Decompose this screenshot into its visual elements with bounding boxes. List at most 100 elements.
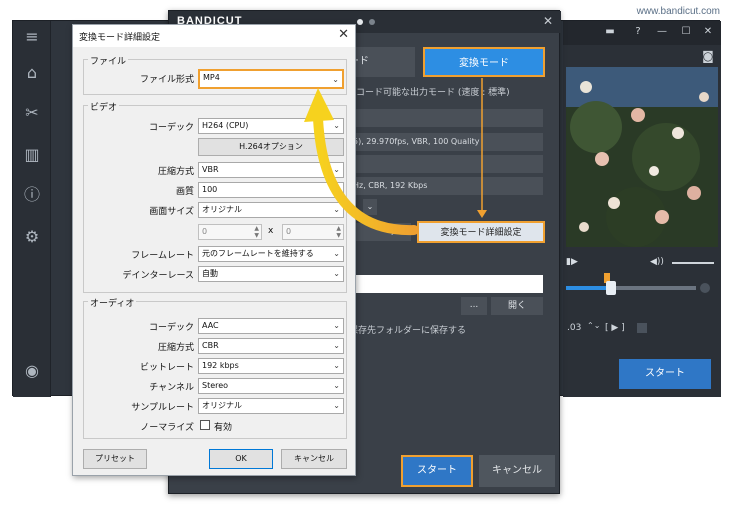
audio-compression-select[interactable]: CBR ⌄ xyxy=(198,338,344,354)
timeline-handle[interactable] xyxy=(606,281,616,295)
chevron-down-icon: ⌄ xyxy=(333,249,340,258)
save-to-folder-option[interactable]: 保存先フォルダーに保存する xyxy=(349,323,466,336)
close-icon[interactable]: ✕ xyxy=(338,27,349,42)
bitrate-label: ビットレート xyxy=(139,363,194,373)
h264-options-button[interactable]: H.264オプション xyxy=(198,138,344,156)
chevron-down-icon: ⌄ xyxy=(333,341,340,350)
chevron-down-icon: ⌄ xyxy=(333,121,340,130)
width-value: 0 xyxy=(202,227,208,236)
tab-encode-mode[interactable]: 変換モード xyxy=(423,47,545,77)
quality-value: 100 xyxy=(202,185,218,194)
chevron-down-icon: ⌄ xyxy=(333,165,340,174)
chevron-down-icon: ⌄ xyxy=(333,401,340,410)
close-icon[interactable]: ✕ xyxy=(701,25,715,39)
deinterlace-label: デインターレース xyxy=(122,271,194,281)
file-format-select[interactable]: MP4 ⌄ xyxy=(198,69,344,89)
record-icon[interactable]: ◉ xyxy=(21,361,43,381)
spinner-icon[interactable]: ▲ ▼ xyxy=(336,225,341,239)
compression-select[interactable]: VBR ⌄ xyxy=(198,162,344,178)
ok-button[interactable]: OK xyxy=(209,449,273,469)
encode-cancel-button[interactable]: キャンセル xyxy=(479,455,555,487)
mode-description: ンコード可能な出力モード (速度 : 標準) xyxy=(347,88,510,98)
home-icon[interactable]: ⌂ xyxy=(21,63,43,83)
output-path-input[interactable] xyxy=(349,275,543,293)
audio-codec-value: AAC xyxy=(202,321,219,330)
audio-group-label: オーディオ xyxy=(88,296,137,309)
screen-size-select[interactable]: オリジナル ⌄ xyxy=(198,202,344,218)
timeline-end-knob[interactable] xyxy=(700,283,710,293)
play-range-button[interactable]: [ ▶ ] xyxy=(605,323,625,333)
chevron-down-icon: ⌄ xyxy=(332,75,339,84)
time-spinner[interactable]: ⌃⌄ xyxy=(587,321,600,330)
main-start-button[interactable]: スタート xyxy=(619,359,711,389)
video-summary-field: 5), 29.970fps, VBR, 100 Quality xyxy=(349,133,543,151)
left-rail: ≡ ⌂ ✂ ▥ ⓘ ⚙ ◉ xyxy=(13,21,51,397)
timeline-selection xyxy=(566,286,608,290)
audio-group: オーディオ コーデック AAC ⌄ 圧縮方式 CBR ⌄ ビットレート 192 kb… xyxy=(83,296,347,439)
hamburger-menu-icon[interactable]: ≡ xyxy=(21,27,43,47)
preset-button[interactable]: プリセット xyxy=(83,449,147,469)
watermark-text: www.bandicut.com xyxy=(636,6,720,17)
play-icon[interactable]: ▮▶ xyxy=(566,257,578,267)
open-folder-button[interactable]: 開く xyxy=(491,297,543,315)
cancel-button[interactable]: キャンセル xyxy=(281,449,347,469)
channel-value: Stereo xyxy=(202,381,229,390)
dialog-titlebar: 変換モード詳細設定 ✕ xyxy=(73,25,355,47)
advanced-settings-button[interactable]: 変換モード詳細設定 xyxy=(417,221,545,243)
browse-button[interactable]: ... xyxy=(461,297,487,315)
bitrate-select[interactable]: 192 kbps ⌄ xyxy=(198,358,344,374)
cut-icon[interactable]: ✂ xyxy=(21,103,43,123)
gear-icon[interactable]: ⚙ xyxy=(21,227,43,247)
quality-input[interactable]: 100 xyxy=(198,182,344,198)
screen-size-label: 画面サイズ xyxy=(149,207,194,217)
flower-scene-image xyxy=(566,67,718,247)
film-icon[interactable]: ▥ xyxy=(21,145,43,165)
video-preview-image xyxy=(566,67,718,247)
advanced-settings-dialog: 変換モード詳細設定 ✕ ファイル ファイル形式 MP4 ⌄ ビデオ コーデック H… xyxy=(72,24,356,476)
minimize-icon[interactable]: — xyxy=(655,25,669,39)
page-dot[interactable] xyxy=(369,19,375,25)
preview-topbar: ▬ ? — ☐ ✕ xyxy=(563,21,721,45)
volume-icon[interactable]: ◀)) xyxy=(650,257,664,267)
help-icon[interactable]: ? xyxy=(631,25,645,39)
samplerate-label: サンプルレート xyxy=(131,403,194,413)
video-group: ビデオ コーデック H264 (CPU) ⌄ H.264オプション 圧縮方式 VB… xyxy=(83,100,347,293)
audio-codec-select[interactable]: AAC ⌄ xyxy=(198,318,344,334)
player-controls: ▮▶ ◀)) xyxy=(566,255,718,273)
preview-panel: ▬ ? — ☐ ✕ ◙ ▮▶ ◀)) .03 ⌃⌄ [▶] スタート xyxy=(563,21,721,397)
codec-select[interactable]: H264 (CPU) ⌄ xyxy=(198,118,344,134)
volume-slider[interactable] xyxy=(672,262,714,264)
output-field-3 xyxy=(349,155,543,173)
timeline[interactable] xyxy=(566,273,718,295)
normalize-checkbox-label: 有効 xyxy=(214,423,233,433)
chevron-down-icon: ⌄ xyxy=(333,205,340,214)
normalize-checkbox[interactable] xyxy=(200,420,210,430)
encode-start-button[interactable]: スタート xyxy=(401,455,473,487)
height-value: 0 xyxy=(286,227,292,236)
info-icon[interactable]: ⓘ xyxy=(21,185,43,205)
page-dot-active[interactable] xyxy=(357,19,363,25)
audio-codec-label: コーデック xyxy=(148,323,194,333)
folder-icon[interactable]: ▬ xyxy=(603,25,617,39)
file-format-label: ファイル形式 xyxy=(139,75,194,85)
spinner-icon[interactable]: ▲ ▼ xyxy=(254,225,259,239)
channel-label: チャンネル xyxy=(149,383,194,393)
channel-select[interactable]: Stereo ⌄ xyxy=(198,378,344,394)
dialog-title: 変換モード詳細設定 xyxy=(79,33,161,43)
height-input[interactable]: 0 ▲ ▼ xyxy=(282,224,344,240)
width-input[interactable]: 0 ▲ ▼ xyxy=(198,224,262,240)
close-icon[interactable]: ✕ xyxy=(543,14,553,28)
audio-compression-label: 圧縮方式 xyxy=(157,343,194,353)
chevron-down-icon[interactable]: ⌄ xyxy=(363,199,377,215)
quality-label: 画質 xyxy=(175,187,194,197)
framerate-select[interactable]: 元のフレームレートを維持する ⌄ xyxy=(198,246,344,262)
maximize-icon[interactable]: ☐ xyxy=(679,25,693,39)
samplerate-select[interactable]: オリジナル ⌄ xyxy=(198,398,344,414)
chevron-down-icon: ⌄ xyxy=(333,269,340,278)
camera-icon[interactable]: ◙ xyxy=(701,49,715,63)
preset-button-fragment[interactable]: ット xyxy=(349,223,411,241)
deinterlace-select[interactable]: 自動 ⌄ xyxy=(198,266,344,282)
screen-size-value: オリジナル xyxy=(202,205,242,214)
video-group-label: ビデオ xyxy=(88,100,120,113)
loop-toggle[interactable] xyxy=(637,323,647,333)
